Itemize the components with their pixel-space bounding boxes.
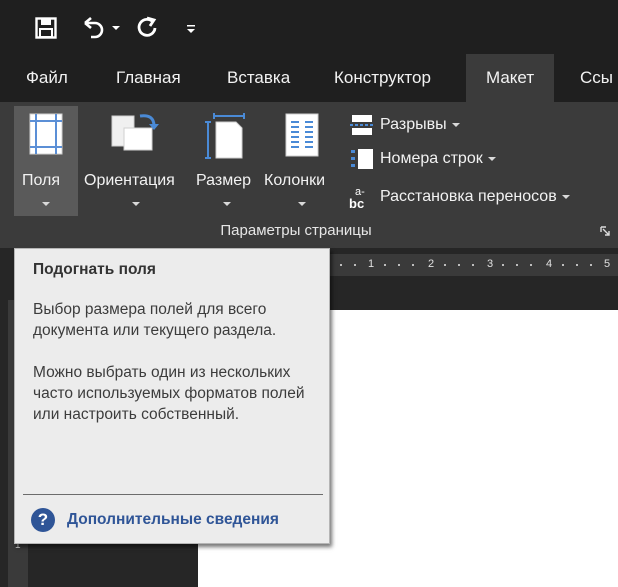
chevron-down-icon xyxy=(487,157,496,161)
size-label: Размер xyxy=(196,172,251,189)
tab-insert[interactable]: Вставка xyxy=(227,54,290,102)
chevron-down-icon xyxy=(42,202,50,206)
columns-icon xyxy=(285,113,319,157)
save-icon[interactable] xyxy=(32,14,60,42)
size-button[interactable]: Размер xyxy=(194,106,260,216)
breaks-button[interactable]: Разрывы xyxy=(348,110,460,140)
customize-qat-icon[interactable] xyxy=(184,14,198,42)
hyphenation-icon: a- bc xyxy=(348,185,376,209)
orientation-label: Ориентация xyxy=(84,172,175,189)
orientation-icon xyxy=(111,114,159,151)
tooltip-divider xyxy=(23,494,323,495)
tab-references[interactable]: Ссы xyxy=(580,54,613,102)
tooltip-more-info[interactable]: ? Дополнительные сведения xyxy=(31,508,279,532)
horizontal-ruler[interactable]: 1 2 3 4 5 xyxy=(330,254,618,276)
orientation-button[interactable]: Ориентация xyxy=(82,106,190,216)
tooltip-body: Выбор размера полей для всего документа … xyxy=(33,299,323,446)
tab-design[interactable]: Конструктор xyxy=(334,54,431,102)
tooltip-title: Подогнать поля xyxy=(33,261,156,278)
margins-icon xyxy=(29,113,63,155)
tab-file[interactable]: Файл xyxy=(26,54,68,102)
dialog-launcher-icon[interactable] xyxy=(600,226,610,236)
size-icon xyxy=(205,113,245,159)
more-info-link[interactable]: Дополнительные сведения xyxy=(67,511,279,529)
hyphenation-label: Расстановка переносов xyxy=(380,188,557,205)
ruler-mark: 2 xyxy=(428,258,435,270)
columns-label: Колонки xyxy=(264,172,326,189)
quick-access-toolbar xyxy=(0,0,618,54)
tooltip-paragraph-1: Выбор размера полей для всего документа … xyxy=(33,301,277,339)
ribbon-tabs: Файл Главная Вставка Конструктор Макет С… xyxy=(0,54,618,102)
breaks-icon xyxy=(348,113,376,137)
chevron-down-icon xyxy=(451,123,460,127)
breaks-label: Разрывы xyxy=(380,116,447,133)
tab-home[interactable]: Главная xyxy=(116,54,181,102)
line-numbers-label: Номера строк xyxy=(380,150,483,167)
chevron-down-icon xyxy=(132,202,140,206)
ruler-mark: 4 xyxy=(546,258,553,270)
columns-button[interactable]: Колонки xyxy=(262,106,344,216)
margins-tooltip: Подогнать поля Выбор размера полей для в… xyxy=(14,248,330,544)
tooltip-paragraph-2: Можно выбрать один из нескольких часто и… xyxy=(33,364,305,423)
tab-layout[interactable]: Макет xyxy=(466,54,555,102)
hyphenation-button[interactable]: a- bc Расстановка переносов xyxy=(348,182,570,212)
group-label: Параметры страницы xyxy=(220,222,372,239)
chevron-down-icon xyxy=(223,202,231,206)
line-numbers-icon xyxy=(348,147,376,171)
undo-icon[interactable] xyxy=(80,14,122,42)
ruler-mark: 1 xyxy=(368,258,375,270)
margins-label: Поля xyxy=(22,172,61,189)
redo-icon[interactable] xyxy=(133,14,161,42)
line-numbers-button[interactable]: Номера строк xyxy=(348,144,496,174)
chevron-down-icon xyxy=(561,195,570,199)
help-icon: ? xyxy=(31,508,55,532)
ruler-mark: 3 xyxy=(487,258,494,270)
margins-button[interactable]: Поля xyxy=(14,106,78,216)
chevron-down-icon xyxy=(298,202,306,206)
ruler-mark: 5 xyxy=(604,258,611,270)
ribbon-page-setup: Поля Ориентация Размер Колонки Разрывы Н… xyxy=(0,102,618,248)
svg-text:bc: bc xyxy=(349,196,364,209)
